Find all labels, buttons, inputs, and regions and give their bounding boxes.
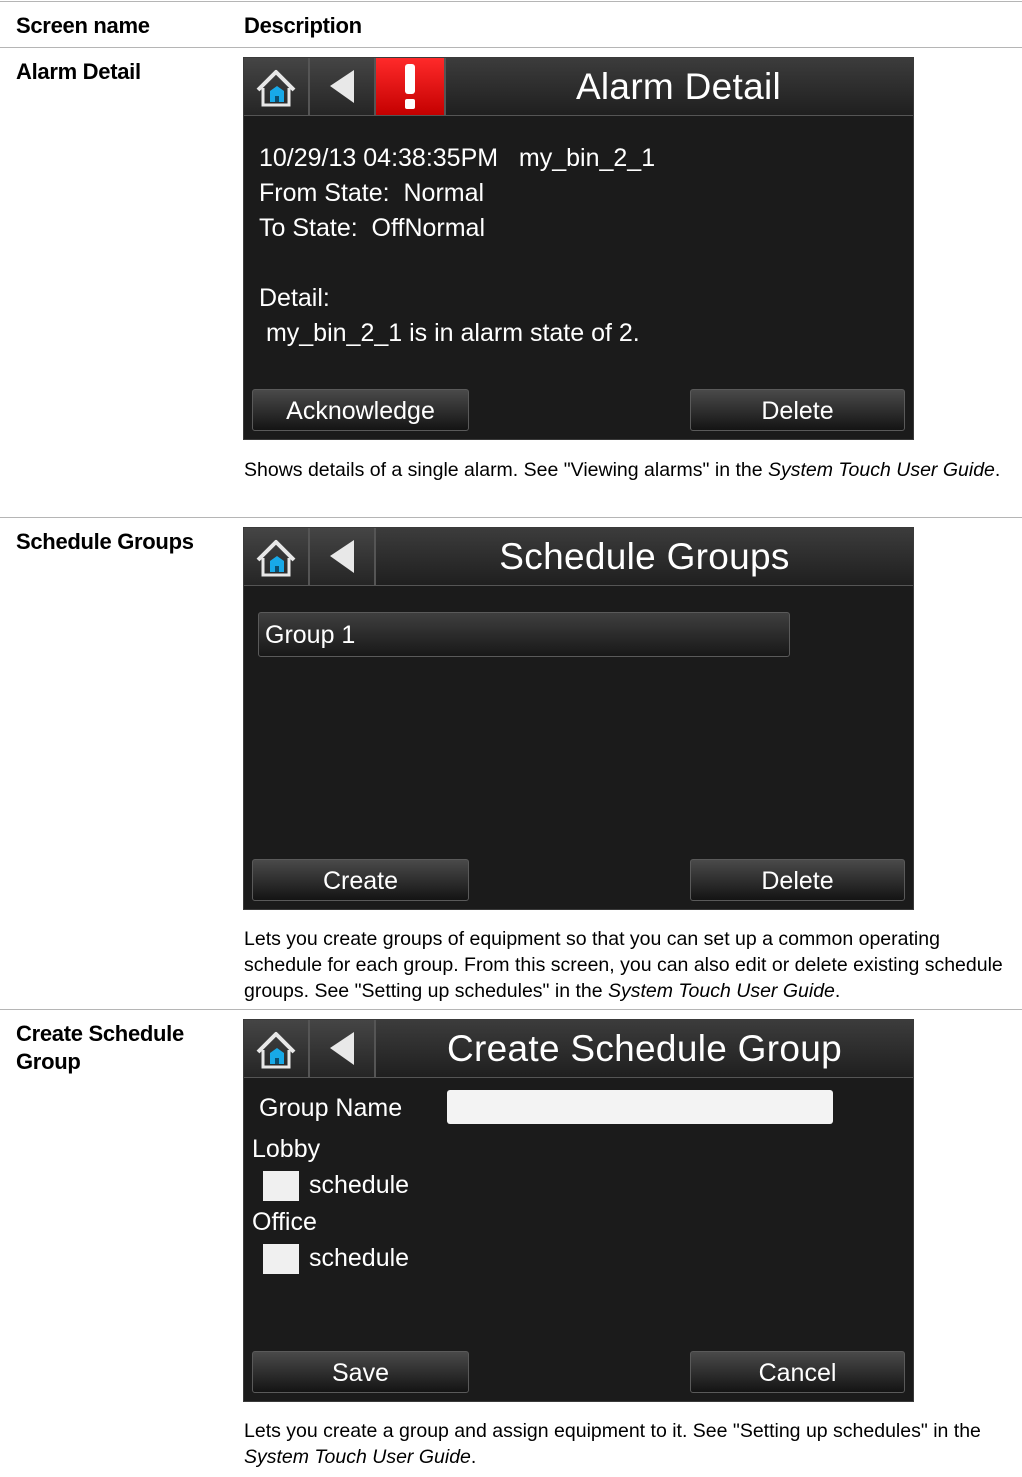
row-name-alarm-detail: Alarm Detail [16, 59, 141, 84]
row-rule [0, 1009, 1022, 1010]
lobby-schedule-label: schedule [309, 1171, 410, 1199]
cancel-button[interactable]: Cancel [690, 1351, 905, 1393]
schedule-groups-screen: Schedule Groups Group 1 Create Delete [243, 527, 914, 910]
lobby-schedule-checkbox[interactable] [263, 1171, 299, 1201]
screen-title: Alarm Detail [575, 66, 782, 107]
screen-title: Schedule Groups [499, 536, 790, 577]
delete-button[interactable]: Delete [690, 389, 905, 431]
title-bar: Create Schedule Group [244, 1020, 913, 1078]
table-top-rule [0, 1, 1022, 2]
home-button[interactable] [244, 58, 310, 115]
desc-end: . [994, 459, 1001, 481]
home-button[interactable] [244, 528, 310, 585]
screen-title: Create Schedule Group [446, 1028, 843, 1069]
office-schedule-label: schedule [309, 1244, 410, 1272]
guide-title: System Touch User Guide [768, 459, 995, 481]
guide-title: System Touch User Guide [608, 980, 835, 1002]
acknowledge-button[interactable]: Acknowledge [252, 389, 469, 431]
alarm-detail-screen: Alarm Detail 10/29/13 04:38:35PM my_bin_… [243, 57, 914, 440]
desc-end: . [834, 980, 841, 1002]
title-bar: Schedule Groups [244, 528, 913, 586]
back-button[interactable] [310, 1020, 376, 1077]
back-arrow-icon [330, 1032, 354, 1065]
detail-label: Detail: [259, 284, 330, 312]
header-description: Description [244, 13, 362, 38]
alarm-button[interactable] [376, 58, 446, 115]
home-icon [256, 1032, 296, 1069]
create-schedule-group-screen: Create Schedule Group Group Name Lobby s… [243, 1019, 914, 1402]
back-arrow-icon [330, 70, 354, 103]
group-name-input[interactable] [447, 1090, 833, 1124]
group-name-label: Group Name [259, 1094, 403, 1122]
row-name-schedule-groups: Schedule Groups [16, 529, 194, 554]
back-arrow-icon [330, 540, 354, 573]
desc-text: Shows details of a single alarm. See "Vi… [244, 459, 768, 481]
schedule-groups-description: Lets you create groups of equipment so t… [244, 926, 1014, 1004]
from-state-line: From State: Normal [259, 179, 485, 207]
delete-button[interactable]: Delete [690, 859, 905, 901]
back-button[interactable] [310, 58, 376, 115]
office-schedule-checkbox[interactable] [263, 1244, 299, 1274]
home-button[interactable] [244, 1020, 310, 1077]
alarm-detail-description: Shows details of a single alarm. See "Vi… [244, 457, 1014, 483]
alarm-exclamation-icon [405, 64, 415, 109]
back-button[interactable] [310, 528, 376, 585]
header-rule [0, 47, 1022, 48]
detail-text: my_bin_2_1 is in alarm state of 2. [259, 319, 640, 347]
section-label-office: Office [252, 1208, 317, 1236]
row-name-create-schedule-group: Create Schedule Group [16, 1021, 184, 1074]
list-item-group[interactable]: Group 1 [258, 612, 790, 657]
desc-end: . [470, 1446, 477, 1468]
create-button[interactable]: Create [252, 859, 469, 901]
save-button[interactable]: Save [252, 1351, 469, 1393]
guide-title: System Touch User Guide [244, 1446, 471, 1468]
create-schedule-group-description: Lets you create a group and assign equip… [244, 1418, 1014, 1470]
desc-text: Lets you create a group and assign equip… [244, 1420, 981, 1442]
section-label-lobby: Lobby [252, 1135, 321, 1163]
title-bar: Alarm Detail [244, 58, 913, 116]
to-state-line: To State: OffNormal [259, 214, 486, 242]
row-rule [0, 517, 1022, 518]
header-screen-name: Screen name [16, 13, 150, 38]
home-icon [256, 70, 296, 107]
home-icon [256, 540, 296, 577]
alarm-timestamp-line: 10/29/13 04:38:35PM my_bin_2_1 [259, 144, 656, 172]
